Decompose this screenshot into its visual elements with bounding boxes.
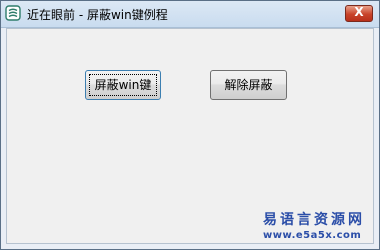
block-win-key-label: 屏蔽win键 <box>89 74 157 96</box>
block-win-key-button[interactable]: 屏蔽win键 <box>85 70 161 100</box>
watermark-url: www.e5a5x.com <box>263 230 362 241</box>
app-window: 近在眼前 - 屏蔽win键例程 X 屏蔽win键 解除屏蔽 易语言资源网 www… <box>0 0 380 250</box>
close-button[interactable]: X <box>345 5 373 22</box>
unblock-button[interactable]: 解除屏蔽 <box>210 70 287 100</box>
window-title: 近在眼前 - 屏蔽win键例程 <box>27 8 168 22</box>
watermark-site-name: 易语言资源网 <box>263 212 365 228</box>
app-swirl-icon <box>5 5 21 21</box>
close-icon: X <box>354 5 364 19</box>
site-watermark: 易语言资源网 www.e5a5x.com <box>263 211 379 243</box>
title-bar[interactable]: 近在眼前 - 屏蔽win键例程 X <box>1 1 379 28</box>
